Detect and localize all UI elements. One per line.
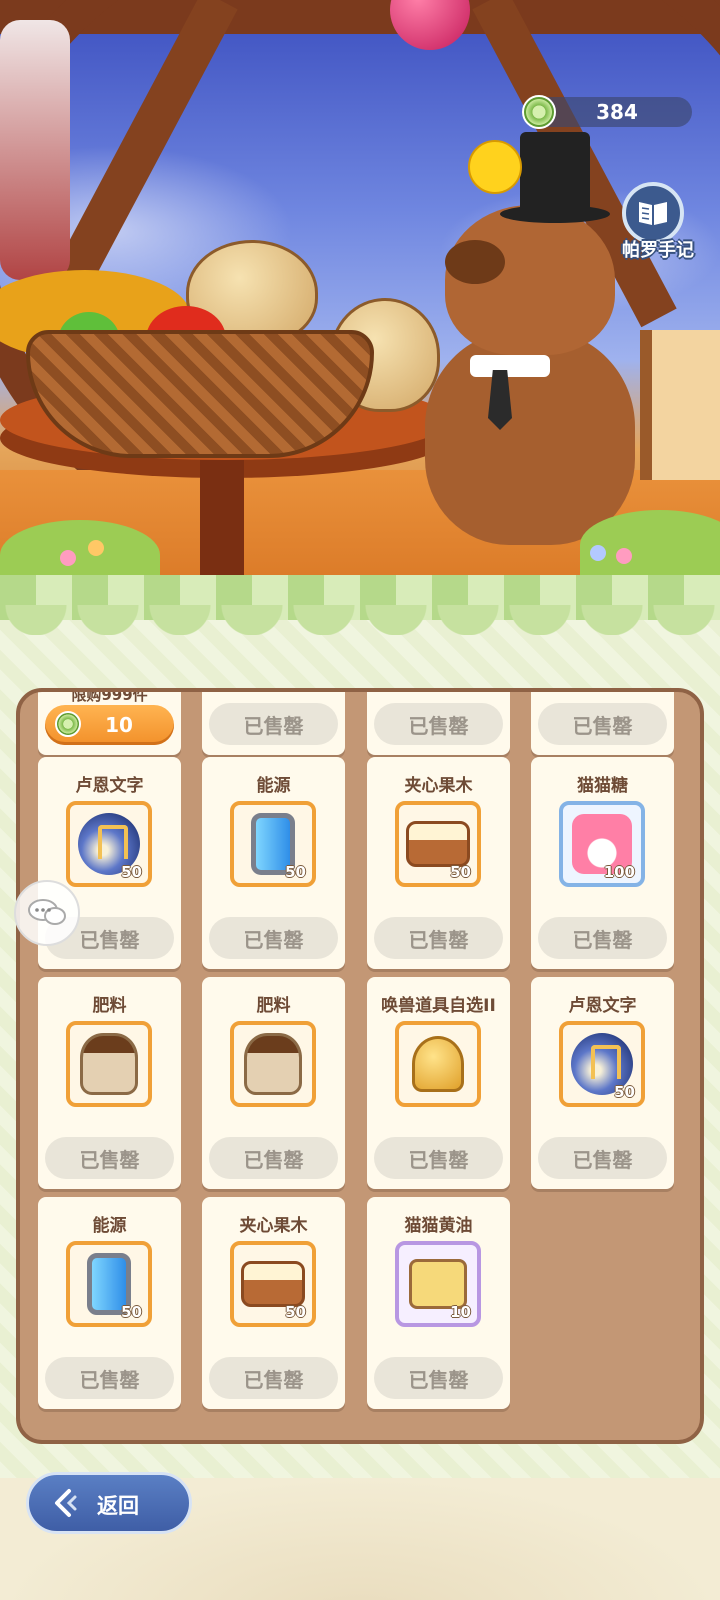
table-leg (200, 460, 244, 580)
flower-decoration (88, 540, 104, 556)
npc-maid-figure (0, 20, 70, 280)
item-quantity: 50 (121, 863, 142, 881)
fertilizer-sack-icon (244, 1033, 302, 1095)
item-title: 唤兽道具自选II (381, 996, 496, 1016)
item-title: 猫猫糖 (577, 776, 628, 796)
item-title: 肥料 (92, 996, 127, 1016)
chick-pet (468, 140, 522, 194)
item-icon-frame[interactable] (395, 1021, 481, 1107)
shop-item-card[interactable]: 猫猫黄油 10 已售罄 (367, 1197, 510, 1409)
item-icon-frame[interactable] (66, 1021, 152, 1107)
bell-icon (412, 1036, 464, 1092)
buy-button[interactable]: 10 (45, 705, 174, 745)
item-title: 卢恩文字 (75, 776, 144, 796)
shop-scene (0, 0, 720, 600)
item-title: 猫猫黄油 (404, 1216, 473, 1236)
notes-label: 帕罗手记 (622, 240, 694, 261)
sold-out-button[interactable]: 已售罄 (209, 1137, 338, 1179)
item-title: 肥料 (256, 996, 291, 1016)
sold-out-button[interactable]: 已售罄 (374, 1357, 503, 1399)
item-quantity: 50 (614, 1083, 635, 1101)
capybara-collar (470, 355, 550, 377)
flower-decoration (590, 545, 606, 561)
sold-out-button[interactable]: 已售罄 (538, 917, 667, 959)
shop-item-card[interactable]: 肥料 已售罄 (38, 977, 181, 1189)
item-quantity: 50 (450, 863, 471, 881)
item-icon-frame[interactable] (230, 1021, 316, 1107)
item-icon-frame[interactable]: 10 (395, 1241, 481, 1327)
cat-butter-icon (409, 1259, 467, 1309)
back-arrow-icon (55, 1489, 77, 1517)
chat-button[interactable] (14, 880, 80, 946)
item-icon-frame[interactable]: 100 (559, 801, 645, 887)
sold-out-button[interactable]: 已售罄 (45, 1357, 174, 1399)
item-title: 夹心果木 (239, 1216, 308, 1236)
shop-item-card[interactable]: 卢恩文字 50 已售罄 (531, 977, 674, 1189)
top-hat-brim (500, 205, 610, 223)
sold-out-button[interactable]: 已售罄 (374, 1137, 503, 1179)
side-window (640, 330, 720, 480)
shop-item-card[interactable]: 已售罄 (531, 692, 674, 755)
shop-item-panel[interactable]: 限购999件 10 已售罄 已售罄 已售罄 卢恩文字 50 已售罄 能源 50 已售罄 夹心果木 50 已… (16, 688, 704, 1444)
top-hat (520, 132, 590, 212)
item-quantity: 10 (450, 1303, 471, 1321)
shop-item-card[interactable]: 肥料 已售罄 (202, 977, 345, 1189)
flower-decoration (60, 550, 76, 566)
item-title: 能源 (256, 776, 291, 796)
shop-item-card[interactable]: 夹心果木 50 已售罄 (367, 757, 510, 969)
sold-out-button[interactable]: 已售罄 (209, 917, 338, 959)
item-quantity: 50 (285, 1303, 306, 1321)
shop-item-card[interactable]: 能源 50 已售罄 (38, 1197, 181, 1409)
sold-out-button[interactable]: 已售罄 (538, 703, 667, 745)
item-icon-frame[interactable]: 50 (66, 1241, 152, 1327)
currency-display: 384 (522, 95, 692, 129)
chat-icon (28, 899, 66, 925)
leaf-coin-icon (522, 95, 556, 129)
item-icon-frame[interactable]: 50 (230, 801, 316, 887)
awning-edge (0, 605, 720, 635)
item-quantity: 100 (603, 863, 635, 881)
shop-item-card[interactable]: 能源 50 已售罄 (202, 757, 345, 969)
flower-decoration (616, 548, 632, 564)
sold-out-button[interactable]: 已售罄 (209, 703, 338, 745)
item-title: 限购999件 (71, 692, 148, 704)
back-button[interactable]: 返回 (26, 1472, 192, 1534)
item-title: 夹心果木 (404, 776, 473, 796)
shop-item-card[interactable]: 猫猫糖 100 已售罄 (531, 757, 674, 969)
capybara-nose (445, 240, 505, 284)
shop-item-card[interactable]: 夹心果木 50 已售罄 (202, 1197, 345, 1409)
fruit-basket (26, 330, 374, 458)
shop-item-card[interactable]: 已售罄 (367, 692, 510, 755)
item-icon-frame[interactable]: 50 (395, 801, 481, 887)
item-title: 卢恩文字 (568, 996, 637, 1016)
item-icon-frame[interactable]: 50 (66, 801, 152, 887)
sold-out-button[interactable]: 已售罄 (209, 1357, 338, 1399)
currency-value: 384 (596, 100, 638, 124)
shop-item-card[interactable]: 已售罄 (202, 692, 345, 755)
leaf-coin-icon (55, 711, 81, 737)
shop-item-card[interactable]: 唤兽道具自选II 已售罄 (367, 977, 510, 1189)
notebook-icon (622, 182, 684, 244)
notes-button[interactable]: 帕罗手记 (608, 180, 714, 270)
sold-out-button[interactable]: 已售罄 (374, 917, 503, 959)
item-title: 能源 (92, 1216, 127, 1236)
item-quantity: 50 (121, 1303, 142, 1321)
item-icon-frame[interactable]: 50 (230, 1241, 316, 1327)
sold-out-button[interactable]: 已售罄 (538, 1137, 667, 1179)
price-label: 10 (105, 713, 133, 737)
back-label: 返回 (97, 1494, 139, 1518)
cake-icon (406, 821, 470, 867)
sold-out-button[interactable]: 已售罄 (45, 1137, 174, 1179)
fertilizer-sack-icon (80, 1033, 138, 1095)
shop-item-card[interactable]: 限购999件 10 (38, 692, 181, 755)
sold-out-button[interactable]: 已售罄 (374, 703, 503, 745)
item-quantity: 50 (285, 863, 306, 881)
item-icon-frame[interactable]: 50 (559, 1021, 645, 1107)
cake-icon (241, 1261, 305, 1307)
